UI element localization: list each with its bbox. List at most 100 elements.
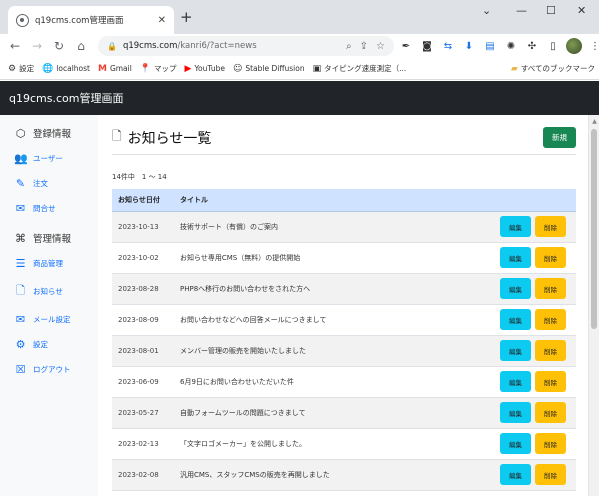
edit-button[interactable]: 編集 [500, 340, 531, 361]
sidepanel-icon[interactable]: ▯ [545, 38, 561, 54]
tab-close-icon[interactable]: ✕ [158, 15, 166, 26]
edit-button[interactable]: 編集 [500, 402, 531, 423]
edit-button[interactable]: 編集 [500, 216, 531, 237]
table-row: 2023-06-09 6月9日にお問い合わせいただいた件 編集 削除 [112, 366, 576, 398]
settings-icon: ⚙ [8, 63, 17, 74]
sidebar-item-label: ログアウト [33, 365, 71, 374]
bookmark-item[interactable]: M Gmail [98, 64, 132, 74]
forward-button[interactable]: → [26, 39, 48, 53]
bookmark-item[interactable]: 🌐 localhost [42, 64, 90, 74]
new-tab-button[interactable]: + [180, 8, 193, 26]
menu-kebab-icon[interactable]: ⋮ [587, 38, 599, 54]
news-date: 2023-08-09 [112, 304, 174, 336]
profile-avatar[interactable] [566, 38, 582, 54]
browser-tab[interactable]: q19cms.com管理画面 ✕ [8, 6, 174, 34]
doc-extension-icon[interactable]: ▤ [482, 38, 498, 54]
sidebar-section-title: 管理情報 [33, 234, 72, 245]
bookmark-item[interactable]: ⚙ 設定 [8, 63, 34, 74]
bookmark-label: タイピング速度測定（... [324, 64, 407, 73]
sidebar-item-news[interactable]: 🗋 お知らせ [14, 282, 98, 301]
pen-extension-icon[interactable]: ✒ [398, 38, 414, 54]
edit-button[interactable]: 編集 [500, 371, 531, 392]
bookmark-item[interactable]: ▣ タイピング速度測定（... [313, 63, 407, 74]
gear-icon: ⚙ [15, 338, 26, 351]
bookmark-label: 設定 [19, 64, 35, 73]
delete-button[interactable]: 削除 [535, 464, 566, 485]
sidebar-item-logout[interactable]: ☒ ログアウト [14, 363, 98, 376]
address-bar[interactable]: 🔒 q19cms.com/kanri6/?act=news ⌕ ⇪ ☆ [98, 36, 394, 56]
new-button[interactable]: 新規 [543, 127, 576, 148]
download-extension-icon[interactable]: ⬇ [461, 38, 477, 54]
all-bookmarks-label: すべてのブックマーク [520, 64, 595, 73]
envelope-icon: ✉ [15, 202, 26, 215]
sidebar-item-products[interactable]: ☰ 商品管理 [14, 257, 98, 270]
bookmark-item[interactable]: ▶ YouTube [185, 64, 225, 74]
openai-extension-icon[interactable]: ✺ [503, 38, 519, 54]
gmail-icon: M [97, 63, 107, 74]
all-bookmarks-button[interactable]: ▰ すべてのブックマーク [511, 63, 595, 74]
edit-button[interactable]: 編集 [500, 278, 531, 299]
news-title: PHP8へ移行のお問い合わせをされた方へ [174, 273, 496, 305]
delete-button[interactable]: 削除 [535, 216, 566, 237]
minimize-button[interactable]: — [516, 4, 527, 17]
bookmark-label: Gmail [109, 64, 132, 73]
sidebar-item-settings[interactable]: ⚙ 設定 [14, 338, 98, 351]
camera-extension-icon[interactable]: ◙ [419, 38, 435, 54]
home-button[interactable]: ⌂ [70, 39, 92, 53]
map-pin-icon: 📍 [139, 63, 152, 74]
delete-button[interactable]: 削除 [535, 433, 566, 454]
sidebar-item-orders[interactable]: ✎ 注文 [14, 177, 98, 190]
delete-button[interactable]: 削除 [535, 340, 566, 361]
sidebar-section-management: ⌘ 管理情報 [14, 231, 98, 246]
bookmark-label: YouTube [194, 64, 225, 73]
table-row: 2023-02-13 「文字ロゴメーカー」を公開しました。 編集 削除 [112, 428, 576, 460]
globe-icon [16, 13, 29, 27]
tab-search-icon[interactable]: ⌄ [482, 4, 491, 17]
face-icon: ☺ [232, 63, 243, 74]
edit-button[interactable]: 編集 [500, 433, 531, 454]
edit-button[interactable]: 編集 [500, 247, 531, 268]
row-actions: 編集 削除 [496, 366, 576, 398]
scroll-thumb[interactable] [591, 129, 597, 329]
sidebar-item-mail-settings[interactable]: ✉ メール設定 [14, 313, 98, 326]
share-icon[interactable]: ⇪ [360, 41, 368, 52]
maximize-button[interactable]: ☐ [546, 4, 556, 17]
news-title: お知らせ専用CMS（無料）の提供開始 [174, 242, 496, 274]
sidebar-item-label: 設定 [33, 340, 48, 349]
puzzle-extensions-icon[interactable]: ✣ [524, 38, 540, 54]
page-scrollbar[interactable]: ▲ [588, 115, 599, 496]
delete-button[interactable]: 削除 [535, 309, 566, 330]
bookmark-label: localhost [56, 64, 90, 73]
bookmark-item[interactable]: 📍 マップ [140, 63, 177, 74]
sidebar-section-title: 登録情報 [33, 129, 72, 140]
sidebar-item-label: お知らせ [33, 287, 63, 296]
page-header: 🗋 お知らせ一覧 新規 [112, 125, 576, 155]
row-actions: 編集 削除 [496, 335, 576, 367]
delete-button[interactable]: 削除 [535, 278, 566, 299]
delete-button[interactable]: 削除 [535, 371, 566, 392]
back-button[interactable]: ← [4, 39, 26, 53]
translate-extension-icon[interactable]: ⇆ [440, 38, 456, 54]
search-icon[interactable]: ⌕ [346, 41, 352, 52]
bookmark-item[interactable]: ☺ Stable Diffusion [233, 64, 305, 74]
edit-button[interactable]: 編集 [500, 309, 531, 330]
news-date: 2023-02-08 [112, 459, 174, 491]
table-row: 2023-08-01 メンバー管理の販売を開始いたしました 編集 削除 [112, 335, 576, 367]
star-icon[interactable]: ☆ [376, 41, 385, 52]
news-date: 2023-05-27 [112, 397, 174, 429]
reload-button[interactable]: ↻ [48, 39, 70, 53]
app-title[interactable]: q19cms.com管理画面 [9, 90, 123, 106]
tab-title: q19cms.com管理画面 [35, 16, 124, 26]
sidebar-item-label: メール設定 [33, 315, 71, 324]
delete-button[interactable]: 削除 [535, 402, 566, 423]
sidebar-item-inquiries[interactable]: ✉ 問合せ [14, 202, 98, 215]
news-date: 2023-08-01 [112, 335, 174, 367]
window-close-button[interactable]: ✕ [577, 4, 586, 17]
scroll-up-arrow[interactable]: ▲ [590, 117, 599, 126]
edit-button[interactable]: 編集 [500, 464, 531, 485]
sidebar-item-label: 注文 [33, 179, 48, 188]
url-host: q19cms.com [122, 41, 178, 51]
news-title: メンバー管理の販売を開始いたしました [174, 335, 496, 367]
sidebar-item-users[interactable]: 👥 ユーザー [14, 152, 98, 165]
delete-button[interactable]: 削除 [535, 247, 566, 268]
